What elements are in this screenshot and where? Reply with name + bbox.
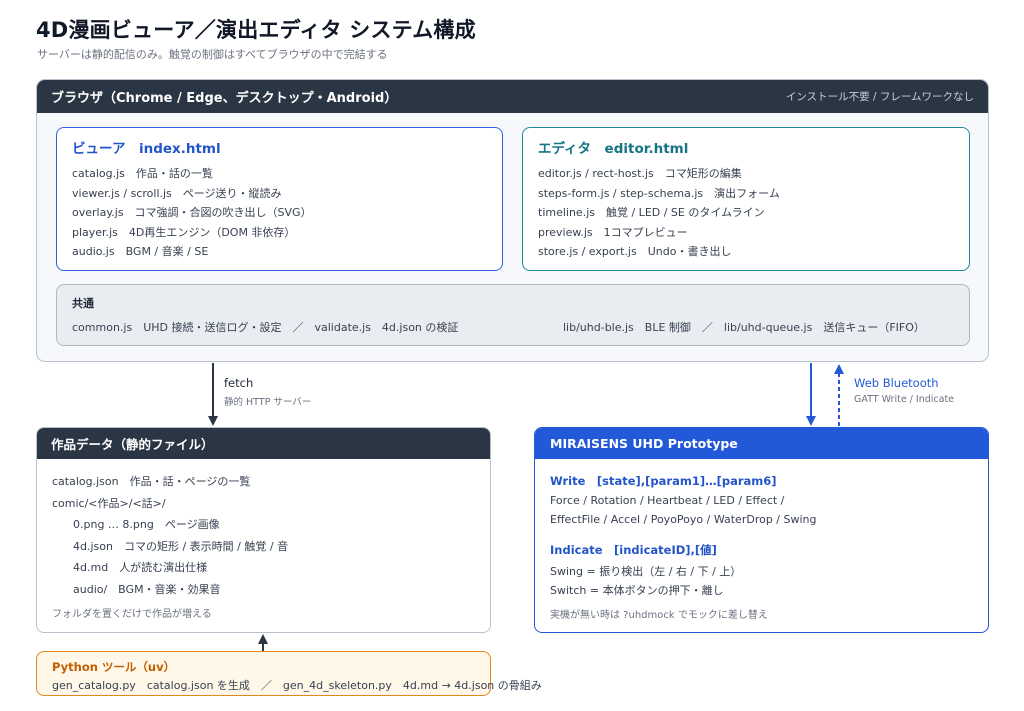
uhd-header: MIRAISENS UHD Prototype (535, 428, 988, 459)
works-file-item: comic/<作品>/<話>/ (52, 496, 166, 510)
works-file-list: catalog.json 作品・話・ページの一覧 comic/<作品>/<話>/… (52, 471, 288, 600)
fetch-label: fetch (224, 376, 254, 390)
works-file-item: 0.png … 8.png ページ画像 (73, 518, 220, 531)
web-bluetooth-sublabel: GATT Write / Indicate (854, 394, 955, 405)
uhd-device-panel: MIRAISENS UHD Prototype Write [state],[p… (534, 427, 989, 633)
uhd-write-line: Force / Rotation / Heartbeat / LED / Eff… (550, 494, 785, 507)
uhd-indicate-line: Switch = 本体ボタンの押下・離し (550, 584, 724, 597)
works-data-panel: 作品データ（静的ファイル） catalog.json 作品・話・ページの一覧 c… (36, 427, 491, 633)
python-tools-panel: Python ツール（uv） gen_catalog.py catalog.js… (36, 651, 542, 696)
python-title: Python ツール（uv） (52, 660, 176, 674)
web-bluetooth-label: Web Bluetooth (854, 376, 939, 390)
uhd-write-title: Write [state],[param1]…[param6] (550, 474, 777, 488)
python-description: gen_catalog.py catalog.json を生成 ／ gen_4d… (52, 679, 542, 692)
works-note: フォルダを置くだけで作品が増える (52, 609, 212, 620)
works-file-item: audio/ BGM・音楽・効果音 (73, 582, 221, 596)
uhd-write-line: EffectFile / Accel / PoyoPoyo / WaterDro… (550, 513, 817, 526)
works-header: 作品データ（静的ファイル） (37, 428, 490, 459)
uhd-indicate-title: Indicate [indicateID],[値] (550, 543, 717, 557)
uhd-indicate-line: Swing = 振り検出（左 / 右 / 下 / 上） (550, 565, 742, 578)
works-file-item: 4d.md 人が読む演出仕様 (73, 561, 208, 574)
fetch-sublabel: 静的 HTTP サーバー (224, 397, 312, 408)
uhd-note: 実機が無い時は ?uhdmock でモックに差し替え (550, 610, 768, 621)
works-file-item: catalog.json 作品・話・ページの一覧 (52, 475, 251, 488)
works-file-item: 4d.json コマの矩形 / 表示時間 / 触覚 / 音 (73, 539, 289, 553)
